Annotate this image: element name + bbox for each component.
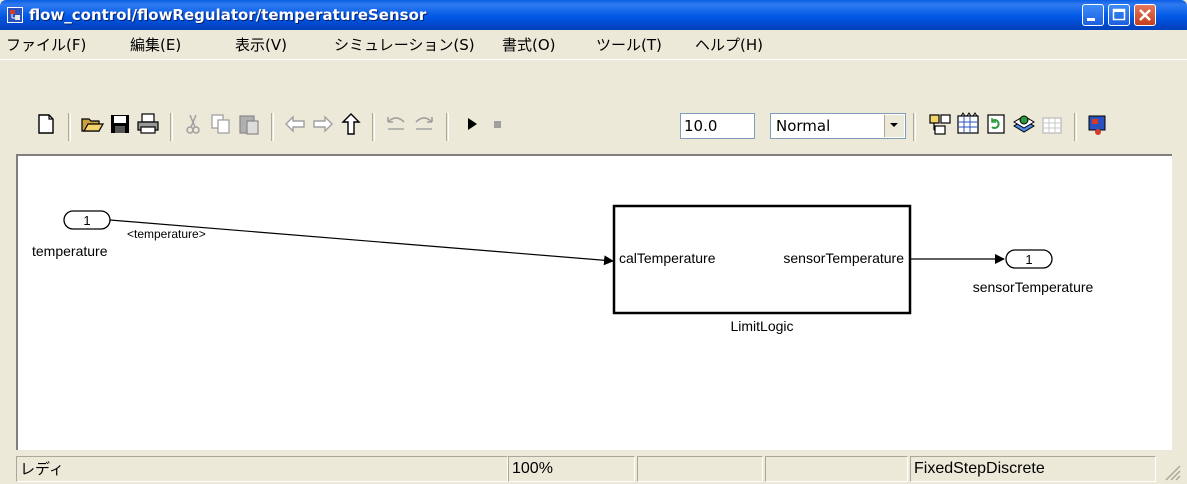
toolbar-separator — [1074, 113, 1077, 141]
minimize-button[interactable] — [1082, 4, 1104, 26]
scissors-icon — [186, 114, 200, 134]
grid-disabled-icon — [1042, 117, 1062, 134]
inport-name: temperature — [32, 243, 108, 259]
signal-builder-button[interactable] — [1086, 112, 1110, 136]
toolbar-separator — [372, 113, 375, 141]
subsystem-output-port-label: sensorTemperature — [783, 250, 904, 266]
menu-bar: ファイル(F) 編集(E) 表示(V) シミュレーション(S) 書式(O) ツー… — [0, 30, 1187, 60]
play-icon — [468, 118, 477, 130]
toolbar-row — [0, 112, 1187, 144]
printer-icon — [137, 113, 159, 134]
dropdown-arrow-button[interactable] — [884, 115, 904, 137]
debugger-button[interactable] — [1012, 112, 1036, 136]
library-grid-icon — [957, 112, 979, 134]
redo-icon — [415, 117, 433, 130]
simulink-model-icon — [7, 7, 23, 23]
toolbar-separator — [446, 113, 449, 141]
cut-button[interactable] — [181, 112, 205, 136]
library-browser-button[interactable] — [956, 112, 980, 136]
status-field-4 — [765, 456, 908, 482]
close-button[interactable] — [1134, 4, 1156, 26]
build-blocks-icon — [929, 114, 951, 135]
menu-tools[interactable]: ツール(T) — [596, 35, 662, 55]
inport-block[interactable]: 1 — [63, 210, 111, 230]
maximize-button[interactable] — [1108, 4, 1130, 26]
title-bar[interactable]: flow_control/flowRegulator/temperatureSe… — [0, 0, 1187, 30]
window-title: flow_control/flowRegulator/temperatureSe… — [29, 6, 427, 24]
disabled-tool-button[interactable] — [1040, 112, 1064, 136]
status-zoom: 100% — [508, 456, 635, 482]
new-file-icon — [38, 114, 54, 134]
arrow-left-icon — [285, 115, 305, 133]
inport-number: 1 — [83, 213, 90, 228]
subsystem-block[interactable]: calTemperature sensorTemperature — [612, 204, 912, 315]
build-button[interactable] — [928, 112, 952, 136]
chevron-down-icon — [890, 123, 898, 127]
status-bar: レディ 100% FixedStepDiscrete — [0, 450, 1187, 484]
model-canvas[interactable]: 1 temperature <temperature> calTemperatu… — [16, 154, 1172, 450]
signal-block-icon — [1088, 115, 1106, 135]
toolbar-separator — [68, 113, 71, 141]
toolbar-separator — [271, 113, 274, 141]
menu-simulation[interactable]: シミュレーション(S) — [334, 35, 475, 55]
save-disk-icon — [111, 115, 129, 133]
menu-view[interactable]: 表示(V) — [235, 35, 287, 55]
resize-grip-icon[interactable] — [1160, 460, 1182, 482]
new-model-button[interactable] — [34, 112, 58, 136]
undo-icon — [387, 117, 405, 130]
up-level-button[interactable] — [339, 112, 363, 136]
window-frame-left — [0, 154, 16, 450]
stop-time-input[interactable]: 10.0 — [680, 113, 755, 139]
stop-simulation-button[interactable] — [486, 112, 510, 136]
outport-name: sensorTemperature — [973, 279, 1094, 295]
stop-icon — [494, 121, 501, 128]
forward-button[interactable] — [311, 112, 335, 136]
simulation-mode-select[interactable]: Normal — [770, 113, 906, 139]
menu-help[interactable]: ヘルプ(H) — [695, 35, 763, 55]
window-frame-right — [1172, 154, 1187, 450]
toolbar-separator — [170, 113, 173, 141]
arrow-up-icon — [341, 113, 361, 135]
simulation-mode-value: Normal — [776, 117, 831, 135]
menu-file[interactable]: ファイル(F) — [6, 35, 86, 55]
open-button[interactable] — [80, 112, 104, 136]
block-diagram[interactable]: 1 temperature <temperature> calTemperatu… — [18, 156, 1172, 450]
undo-button[interactable] — [384, 112, 408, 136]
arrow-right-icon — [313, 115, 333, 133]
paste-clipboard-icon — [239, 115, 259, 135]
back-button[interactable] — [283, 112, 307, 136]
signal-label: <temperature> — [127, 227, 206, 241]
toolbar — [0, 60, 1187, 154]
subsystem-input-port-label: calTemperature — [619, 250, 716, 266]
maximize-icon — [1112, 8, 1126, 21]
subsystem-name: LimitLogic — [730, 318, 793, 334]
status-field-3 — [637, 456, 763, 482]
minimize-icon — [1087, 18, 1095, 21]
status-solver: FixedStepDiscrete — [910, 456, 1156, 482]
menu-format[interactable]: 書式(O) — [502, 35, 556, 55]
print-button[interactable] — [136, 112, 160, 136]
close-icon — [1139, 9, 1151, 21]
redo-button[interactable] — [412, 112, 436, 136]
paste-button[interactable] — [237, 112, 261, 136]
outport-number: 1 — [1025, 252, 1032, 267]
open-folder-icon — [81, 118, 104, 132]
layers-icon — [1013, 115, 1035, 133]
copy-icon — [211, 114, 230, 134]
model-explorer-button[interactable] — [984, 112, 1008, 136]
status-ready: レディ — [16, 456, 508, 482]
outport-block[interactable]: 1 — [1005, 249, 1053, 269]
start-simulation-button[interactable] — [460, 112, 484, 136]
refresh-doc-icon — [987, 114, 1005, 134]
copy-button[interactable] — [209, 112, 233, 136]
toolbar-separator — [913, 113, 916, 141]
menu-edit[interactable]: 編集(E) — [130, 35, 181, 55]
save-button[interactable] — [108, 112, 132, 136]
